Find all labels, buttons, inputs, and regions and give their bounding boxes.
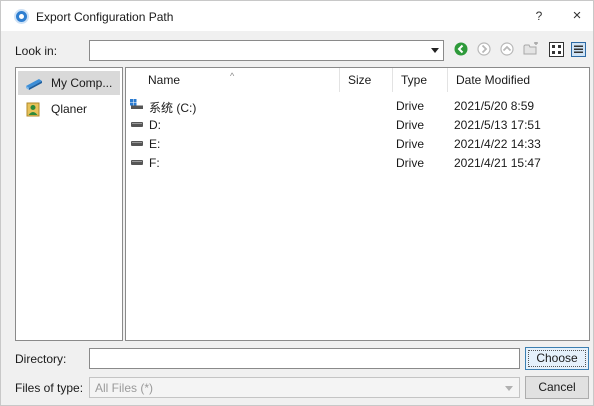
back-icon	[454, 42, 468, 56]
cancel-button[interactable]: Cancel	[525, 376, 589, 399]
column-header-date-modified[interactable]: Date Modified	[448, 68, 589, 92]
column-header-size[interactable]: Size	[340, 68, 393, 92]
sidebar-item-label: My Comp...	[51, 76, 113, 90]
close-button[interactable]: ×	[565, 6, 589, 26]
column-header-name[interactable]: Name ^	[126, 68, 340, 92]
look-in-label: Look in:	[15, 44, 58, 58]
choose-button-label: Choose	[536, 351, 578, 365]
table-row[interactable]: D: Drive 2021/5/13 17:51	[126, 116, 589, 135]
new-folder-button[interactable]	[521, 39, 541, 59]
file-list[interactable]: Name ^ Size Type Date Modified 系统 (C:) D…	[125, 67, 590, 341]
parent-folder-button[interactable]	[497, 39, 517, 59]
chevron-down-icon[interactable]	[505, 386, 513, 391]
new-folder-icon	[523, 42, 538, 55]
file-date: 2021/5/13 17:51	[454, 118, 541, 132]
file-name: F:	[149, 156, 160, 170]
directory-label: Directory:	[15, 352, 67, 366]
computer-icon	[25, 75, 43, 91]
table-row[interactable]: F: Drive 2021/4/21 15:47	[126, 154, 589, 173]
file-name: D:	[149, 118, 161, 132]
files-of-type-value: All Files (*)	[95, 381, 154, 395]
table-row[interactable]: E: Drive 2021/4/22 14:33	[126, 135, 589, 154]
sidebar-item-label: Qlaner	[51, 102, 88, 116]
file-type: Drive	[396, 137, 425, 151]
sort-ascending-icon: ^	[230, 71, 235, 81]
places-sidebar: My Comp... Qlaner	[15, 67, 123, 341]
file-date: 2021/4/22 14:33	[454, 137, 541, 151]
chevron-down-icon[interactable]	[431, 48, 439, 53]
drive-icon	[131, 141, 143, 146]
column-header-label: Size	[348, 73, 372, 87]
sidebar-item-my-computer[interactable]: My Comp...	[18, 71, 120, 95]
app-icon	[14, 9, 29, 24]
window-title: Export Configuration Path	[36, 10, 174, 24]
export-config-dialog: Export Configuration Path ? × Look in: M…	[0, 0, 594, 406]
file-type: Drive	[396, 156, 425, 170]
files-of-type-combobox[interactable]: All Files (*)	[89, 377, 520, 398]
column-header-type[interactable]: Type	[393, 68, 448, 92]
file-name: E:	[149, 137, 161, 151]
column-header-label: Date Modified	[456, 73, 531, 87]
drive-icon	[131, 122, 143, 127]
column-header-label: Type	[401, 73, 428, 87]
file-name: 系统 (C:)	[149, 101, 197, 115]
back-button[interactable]	[451, 39, 471, 59]
file-date: 2021/4/21 15:47	[454, 156, 541, 170]
file-type: Drive	[396, 118, 425, 132]
list-view-button[interactable]	[546, 39, 566, 59]
sidebar-item-qlaner[interactable]: Qlaner	[18, 97, 120, 121]
drive-icon	[131, 160, 143, 165]
forward-button[interactable]	[474, 39, 494, 59]
files-of-type-label: Files of type:	[15, 381, 84, 395]
file-type: Drive	[396, 99, 425, 113]
file-date: 2021/5/20 8:59	[454, 99, 535, 113]
table-row[interactable]: 系统 (C:) Drive 2021/5/20 8:59	[126, 97, 589, 116]
parent-folder-icon	[500, 42, 514, 56]
list-view-icon	[548, 41, 564, 57]
help-button[interactable]: ?	[527, 6, 551, 26]
forward-icon	[477, 42, 491, 56]
detail-view-icon	[570, 41, 586, 57]
directory-input[interactable]	[89, 348, 520, 369]
system-drive-icon	[130, 99, 143, 109]
title-bar: Export Configuration Path ? ×	[1, 1, 593, 31]
user-folder-icon	[25, 101, 43, 117]
choose-button[interactable]: Choose	[525, 347, 589, 370]
column-header-label: Name	[148, 73, 181, 87]
look-in-combobox[interactable]	[89, 40, 444, 61]
detail-view-button[interactable]	[568, 39, 588, 59]
